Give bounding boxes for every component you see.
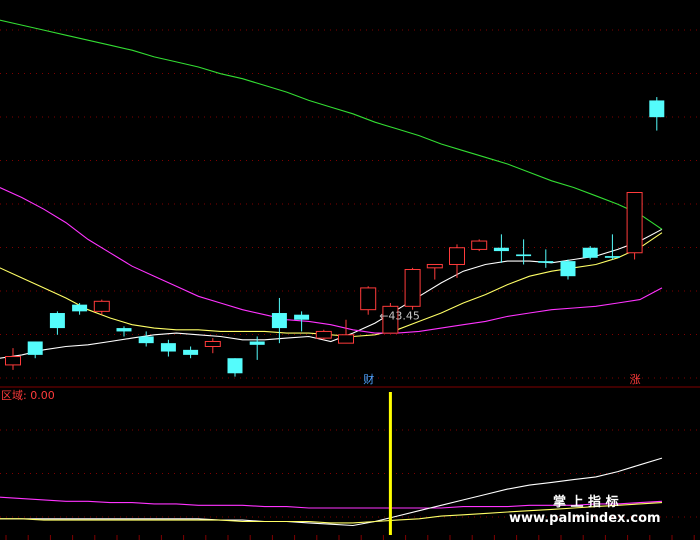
candle-body-down [493, 247, 509, 252]
signal-bar [388, 392, 392, 535]
candle-body-down [183, 349, 199, 355]
watermark-title: 掌 上 指 标 [553, 494, 619, 510]
candle-body-down [271, 313, 287, 329]
ma-line-0 [0, 228, 663, 359]
candle-body-up [449, 247, 465, 265]
candle-body-up [204, 340, 221, 348]
candle-body-up [315, 330, 332, 339]
candle-body-down [116, 328, 132, 332]
candle-body-down [49, 313, 65, 329]
candle-body-down [27, 341, 43, 355]
candle-body-down [160, 343, 176, 352]
candle-body-down [72, 304, 88, 312]
ma-line-1 [0, 232, 663, 338]
candle-body-down [538, 261, 554, 263]
grid-lines [0, 29, 700, 540]
candle-body-up [338, 334, 354, 344]
candle-body-up [426, 263, 443, 269]
candle-body-down [249, 341, 265, 345]
candle-body-down [227, 358, 243, 374]
candle-body-down [516, 254, 532, 257]
candle-body-down [560, 261, 576, 277]
candle-body-down [649, 100, 665, 118]
candle-body-down [294, 314, 310, 320]
ma-line-3 [0, 19, 663, 230]
event-badge-zhang[interactable]: 涨 [630, 373, 641, 386]
indicator-label: 区域: 0.00 [1, 389, 55, 402]
watermark-url: www.palmindex.com [509, 511, 661, 526]
candle-body-down [138, 336, 154, 344]
candle-body-up [471, 240, 488, 250]
candle-body-up [93, 300, 110, 312]
candle-body-up [626, 192, 643, 254]
candle-body-up [5, 356, 21, 366]
low-price-marker: ←43.45 [379, 310, 420, 323]
indicator-panel: 区域: 0.00 掌 上 指 标 www.palmindex.com [0, 389, 663, 535]
candle-body-up [404, 269, 421, 307]
candle-body-up [360, 287, 377, 311]
stock-chart: ←43.45 财 涨 区域: 0.00 掌 上 指 标 www.palminde… [0, 19, 700, 540]
candle-body-down [604, 256, 620, 258]
event-badge-cai[interactable]: 财 [363, 372, 374, 386]
candle-body-down [582, 247, 598, 258]
main-price-panel: ←43.45 财 涨 [0, 19, 665, 386]
